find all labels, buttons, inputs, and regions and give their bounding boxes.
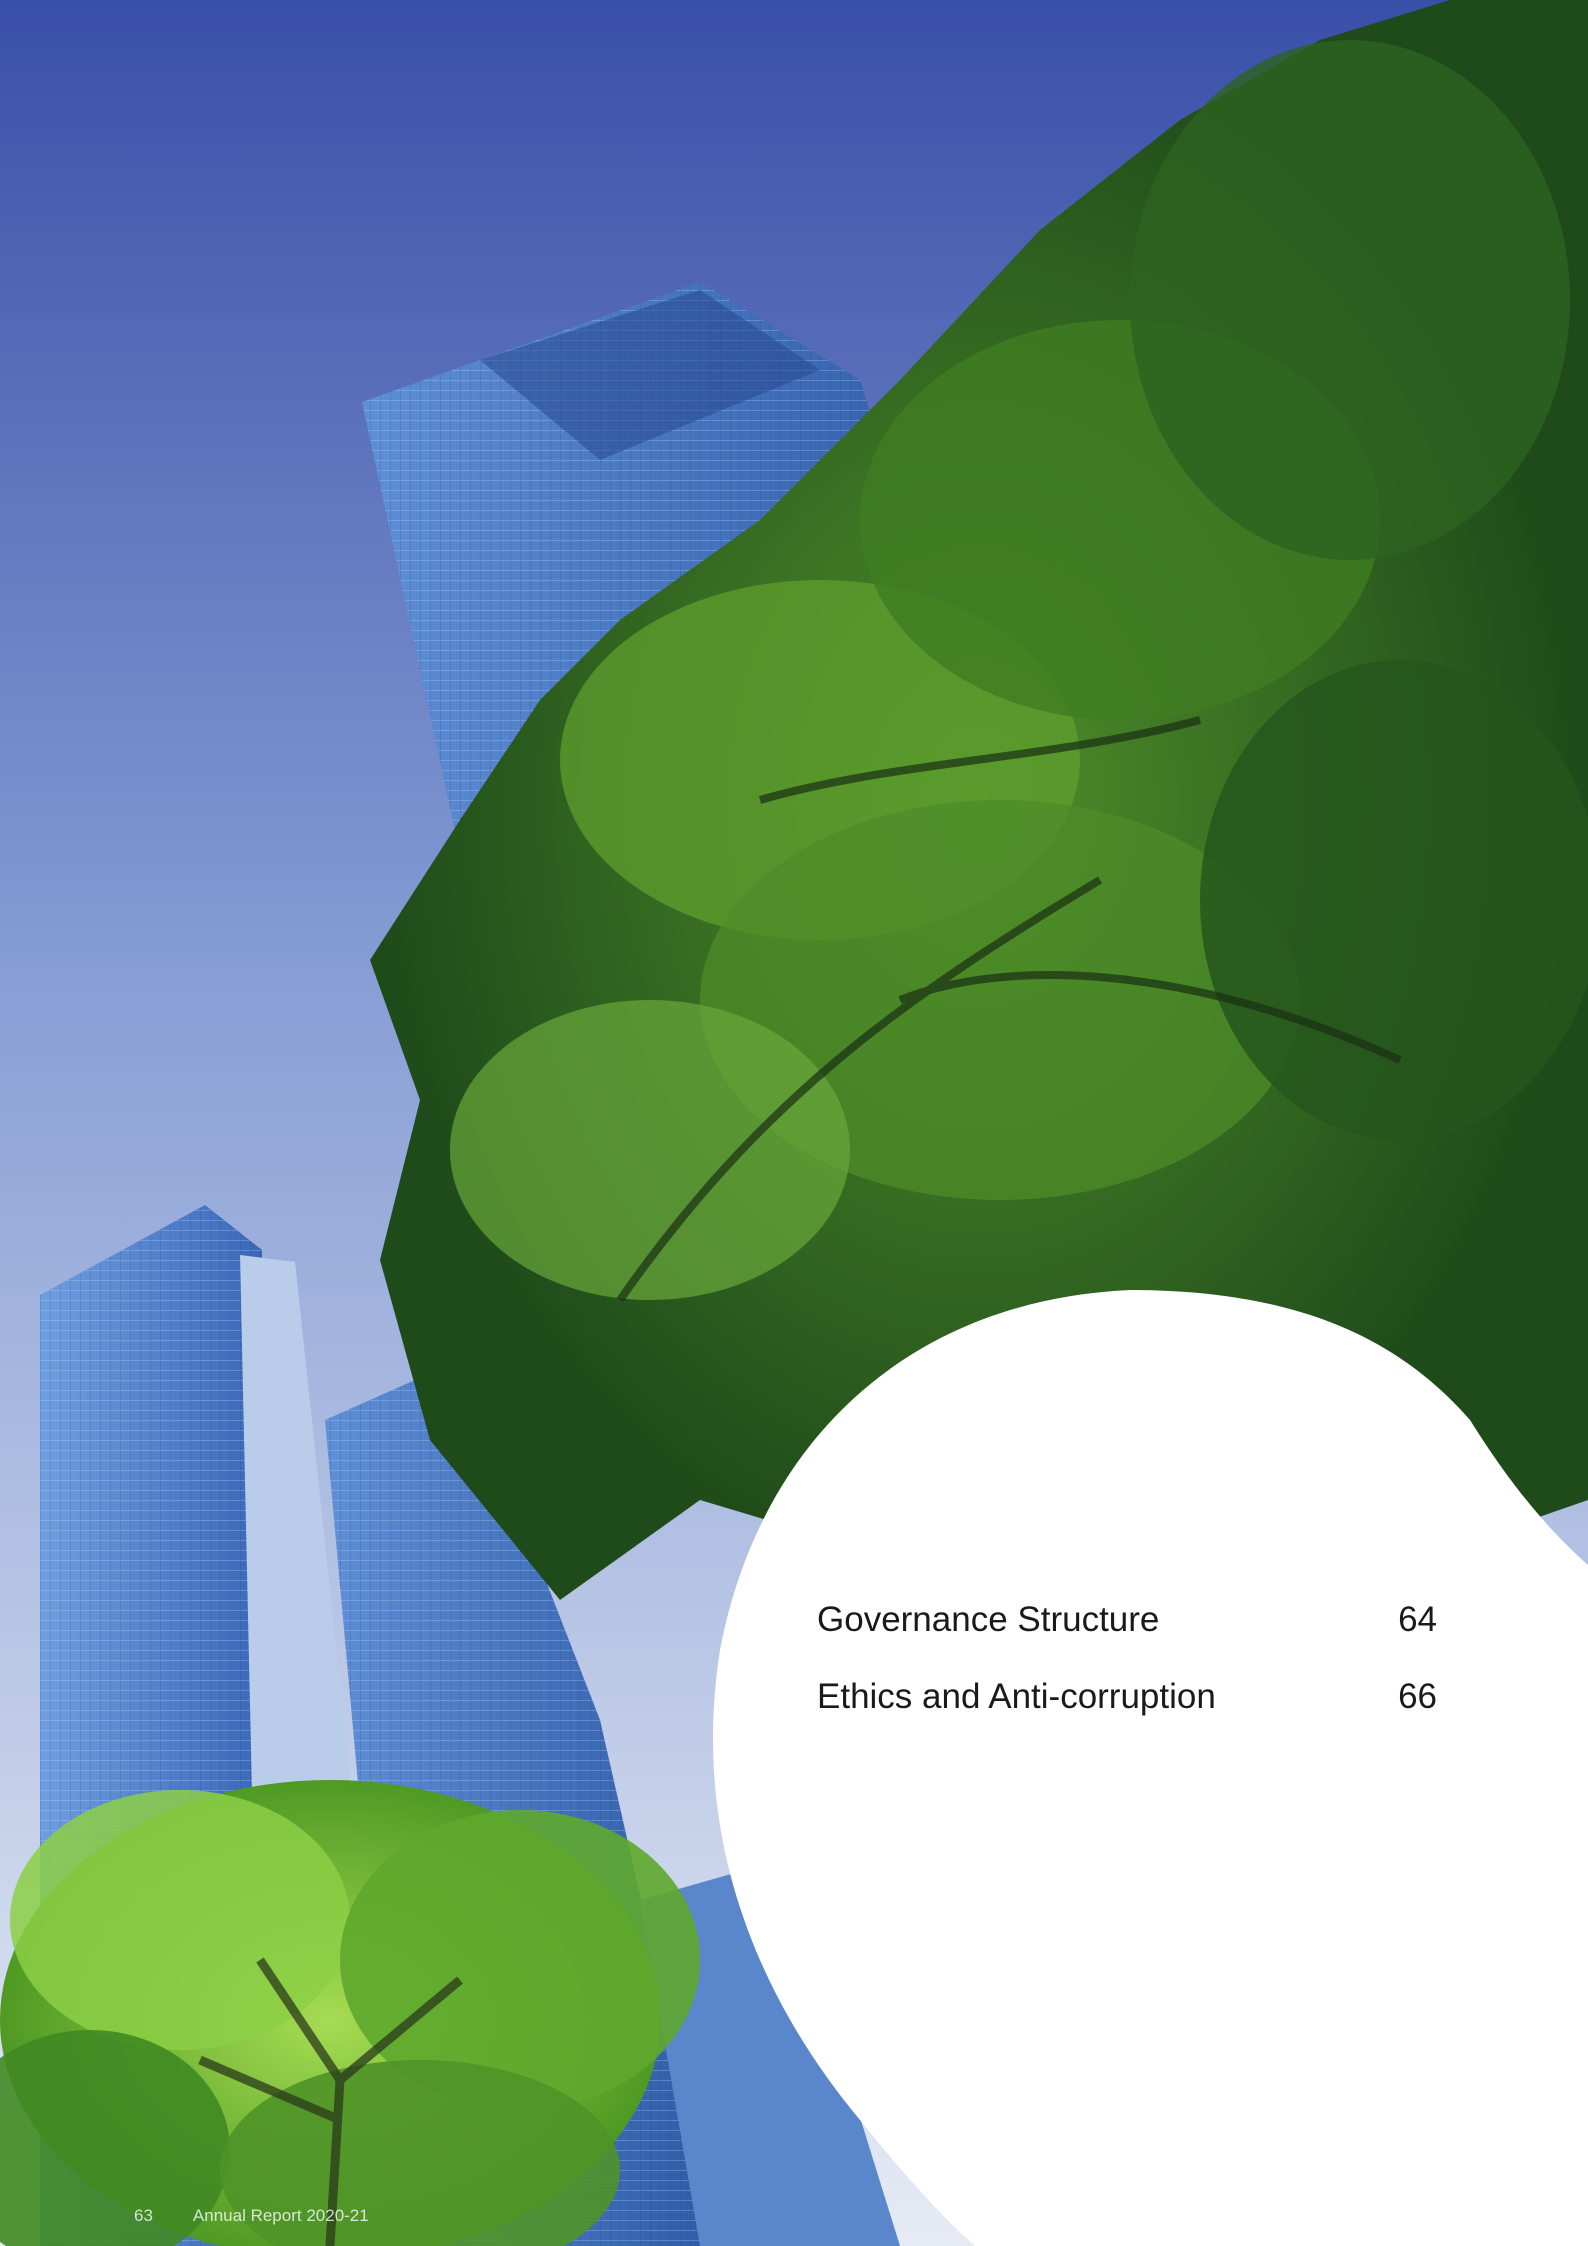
toc-item[interactable]: Ethics and Anti-corruption 66 xyxy=(817,1677,1437,1754)
toc-page-number: 64 xyxy=(1398,1600,1437,1639)
tree-lower-left xyxy=(0,1780,700,2246)
page-footer: 63 Annual Report 2020-21 xyxy=(134,2206,369,2226)
toc-title: Ethics and Anti-corruption xyxy=(817,1677,1216,1716)
toc-item[interactable]: Governance Structure 64 xyxy=(817,1600,1437,1677)
table-of-contents: Governance Structure 64 Ethics and Anti-… xyxy=(817,1600,1437,1754)
report-title: Annual Report 2020-21 xyxy=(192,2206,369,2225)
page-number: 63 xyxy=(134,2206,153,2225)
report-page: Governance Structure 64 Ethics and Anti-… xyxy=(0,0,1588,2246)
toc-title: Governance Structure xyxy=(817,1600,1160,1639)
toc-page-number: 66 xyxy=(1398,1677,1437,1716)
cover-photo xyxy=(0,0,1588,2246)
